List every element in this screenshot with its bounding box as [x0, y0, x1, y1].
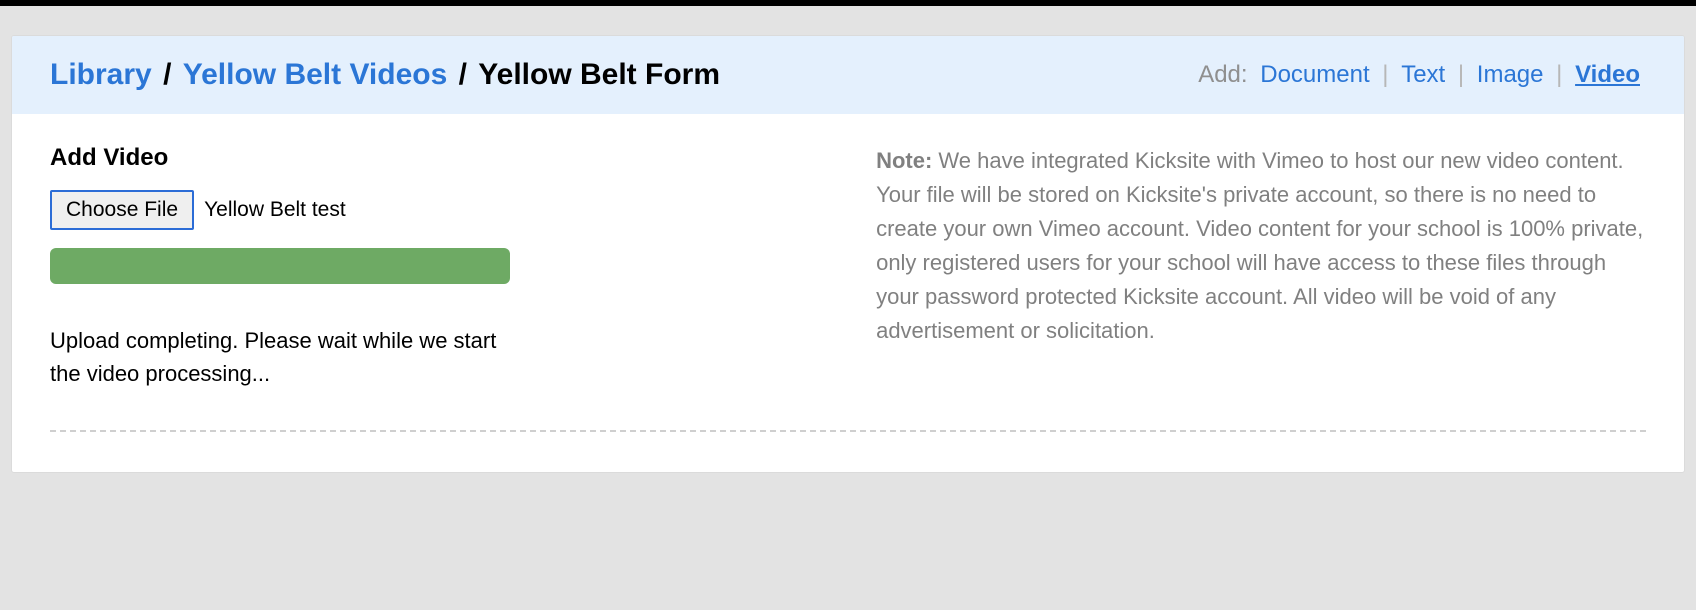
left-column: Add Video Choose File Yellow Belt test U…	[50, 144, 816, 390]
choose-file-button[interactable]: Choose File	[50, 190, 194, 230]
add-label: Add:	[1198, 61, 1247, 88]
add-separator: |	[1556, 61, 1562, 88]
add-separator: |	[1458, 61, 1464, 88]
note-label: Note:	[876, 148, 932, 173]
breadcrumb-separator: /	[459, 58, 476, 91]
breadcrumb-current: Yellow Belt Form	[478, 58, 720, 91]
breadcrumb-separator: /	[163, 58, 180, 91]
add-text-link[interactable]: Text	[1401, 61, 1445, 88]
upload-progress-bar	[50, 248, 510, 284]
add-image-link[interactable]: Image	[1477, 61, 1544, 88]
right-column: Note: We have integrated Kicksite with V…	[876, 144, 1646, 390]
add-document-link[interactable]: Document	[1260, 61, 1369, 88]
note-body: We have integrated Kicksite with Vimeo t…	[876, 148, 1643, 343]
breadcrumb: Library / Yellow Belt Videos / Yellow Be…	[50, 58, 720, 92]
breadcrumb-category[interactable]: Yellow Belt Videos	[183, 58, 448, 91]
add-bar: Add: Document | Text | Image | Video	[1198, 61, 1646, 89]
divider	[50, 430, 1646, 432]
panel-header: Library / Yellow Belt Videos / Yellow Be…	[12, 36, 1684, 114]
note-text: Note: We have integrated Kicksite with V…	[876, 144, 1646, 349]
file-row: Choose File Yellow Belt test	[50, 190, 816, 230]
add-separator: |	[1382, 61, 1388, 88]
panel-body: Add Video Choose File Yellow Belt test U…	[12, 114, 1684, 430]
section-title: Add Video	[50, 144, 816, 172]
selected-filename: Yellow Belt test	[204, 198, 346, 222]
add-video-link[interactable]: Video	[1575, 61, 1640, 88]
breadcrumb-library[interactable]: Library	[50, 58, 152, 91]
upload-status-text: Upload completing. Please wait while we …	[50, 324, 520, 390]
main-panel: Library / Yellow Belt Videos / Yellow Be…	[12, 36, 1684, 472]
